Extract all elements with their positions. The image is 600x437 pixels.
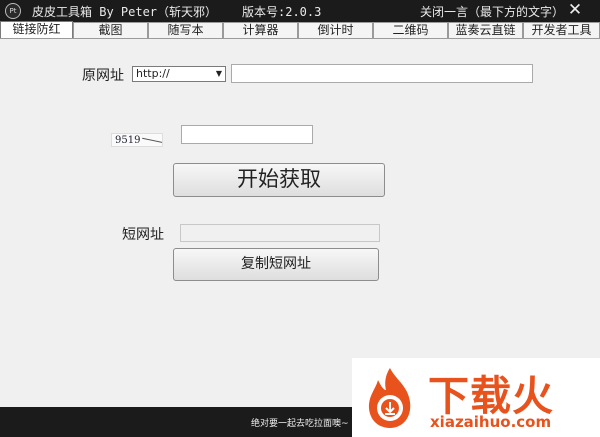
- app-logo-icon: Pt: [5, 3, 21, 19]
- captcha-image[interactable]: 9519: [111, 133, 163, 147]
- flame-logo-icon: [368, 368, 411, 428]
- tab-dev-tools[interactable]: 开发者工具: [523, 22, 600, 38]
- original-url-label: 原网址: [82, 68, 124, 84]
- captcha-input[interactable]: [181, 125, 313, 144]
- tab-link-protect[interactable]: 链接防红: [0, 21, 73, 39]
- short-url-label: 短网址: [122, 227, 164, 243]
- protocol-selected-value: http://: [136, 67, 170, 80]
- chevron-down-icon: ▼: [215, 69, 222, 78]
- protocol-select[interactable]: http:// ▼: [132, 66, 226, 82]
- start-fetch-button[interactable]: 开始获取: [173, 163, 385, 197]
- original-url-input[interactable]: [231, 64, 533, 83]
- short-url-output[interactable]: [180, 224, 380, 242]
- tab-countdown[interactable]: 倒计时: [298, 22, 373, 38]
- tab-screenshot[interactable]: 截图: [73, 22, 148, 38]
- close-one-liner-link[interactable]: 关闭一言（最下方的文字）: [420, 3, 564, 20]
- watermark: 下载火 xiazaihuo.com: [352, 358, 600, 437]
- title-bar: Pt 皮皮工具箱 By Peter（斩天邪） 版本号:2.0.3 关闭一言（最下…: [0, 0, 600, 22]
- watermark-url: xiazaihuo.com: [430, 413, 552, 431]
- version-label: 版本号:2.0.3: [242, 5, 322, 19]
- footer-one-liner: 绝对要一起去吃拉面噢~: [251, 419, 349, 429]
- close-icon[interactable]: ✕: [566, 0, 584, 20]
- tab-strip: 链接防红 截图 随写本 计算器 倒计时 二维码 蓝奏云直链 开发者工具: [0, 21, 600, 39]
- tab-divider: [0, 38, 600, 39]
- tab-lanzou-link[interactable]: 蓝奏云直链: [448, 22, 523, 38]
- window-title: 皮皮工具箱 By Peter（斩天邪）: [32, 5, 218, 19]
- copy-short-url-button[interactable]: 复制短网址: [173, 248, 379, 281]
- tab-notepad[interactable]: 随写本: [148, 22, 223, 38]
- tab-qrcode[interactable]: 二维码: [373, 22, 448, 38]
- tab-calculator[interactable]: 计算器: [223, 22, 298, 38]
- captcha-text: 9519: [115, 135, 141, 146]
